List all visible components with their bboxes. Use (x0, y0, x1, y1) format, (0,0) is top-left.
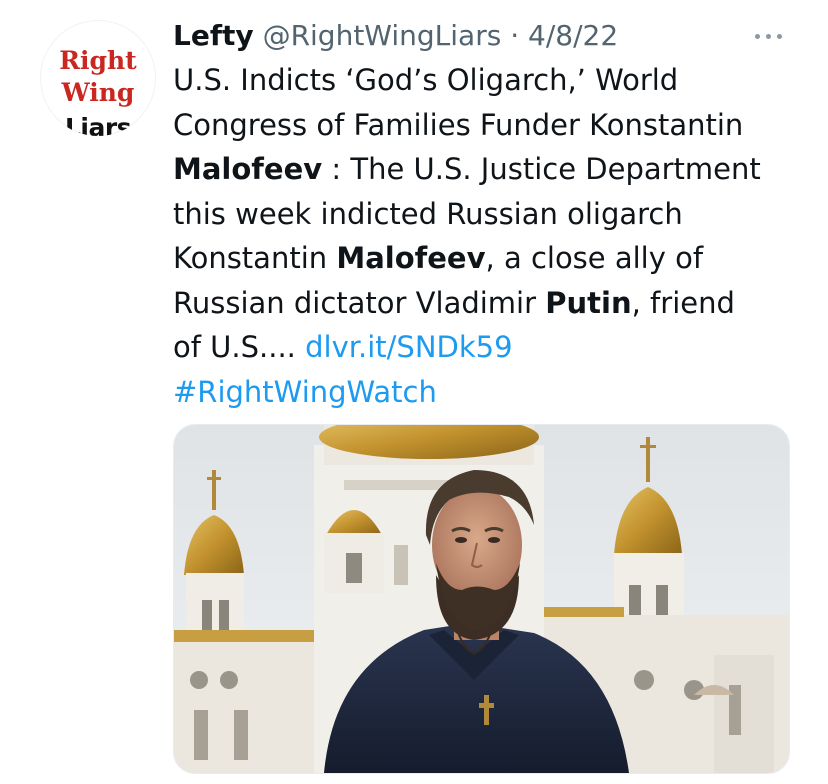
tweet-text-fragment: , friend (631, 285, 735, 320)
tweet-text-fragment: , a close ally of (485, 241, 704, 275)
tweet-text-fragment: Russian dictator Vladimir (173, 285, 546, 320)
photo-man-in-front-of-cathedral-icon (174, 425, 789, 773)
tweet-text-line: this week indicted Russian oligarch (173, 196, 683, 231)
tweet-media-photo[interactable] (173, 424, 790, 774)
avatar-text-right: Right (59, 46, 137, 75)
tweet-text-line: of U.S.... dlvr.it/SNDk59 (173, 325, 813, 370)
avatar-text-wing: Wing (61, 78, 135, 107)
tweet-text-fragment: of U.S.... (173, 330, 306, 364)
tweet-text: U.S. Indicts ‘God’s Oligarch,’ World Con… (173, 58, 813, 414)
tweet-text-line: #RightWingWatch (173, 370, 813, 415)
display-name[interactable]: Lefty (173, 19, 254, 52)
hashtag-link[interactable]: #RightWingWatch (173, 375, 437, 409)
tweet-text-line: Congress of Families Funder Konstantin (173, 107, 744, 142)
tweet-text-fragment: Konstantin (173, 241, 337, 275)
tweet-text-line: Malofeev : The U.S. Justice Department (173, 147, 813, 192)
more-horizontal-icon[interactable] (752, 26, 786, 46)
tweet-text-line: Konstantin Malofeev, a close ally of (173, 236, 813, 281)
tweet-text-line: U.S. Indicts ‘God’s Oligarch,’ World (173, 63, 679, 97)
bold-keyword: Malofeev (173, 152, 323, 186)
bold-keyword: Malofeev (336, 241, 486, 275)
bold-keyword: Putin (545, 285, 632, 320)
tweet-header: Lefty @RightWingLiars · 4/8/22 (173, 16, 618, 56)
tweet-text-line: Russian dictator Vladimir Putin, friend (173, 281, 813, 326)
header-separator: · (501, 19, 529, 52)
tweet-link[interactable]: dlvr.it/SNDk59 (305, 330, 512, 364)
avatar-text-liars: Liars (64, 113, 132, 136)
tweet-text-fragment: : The U.S. Justice Department (322, 152, 761, 186)
avatar[interactable]: Right Wing Liars (40, 20, 156, 136)
user-handle[interactable]: @RightWingLiars (263, 19, 502, 52)
tweet-date[interactable]: 4/8/22 (528, 19, 618, 52)
